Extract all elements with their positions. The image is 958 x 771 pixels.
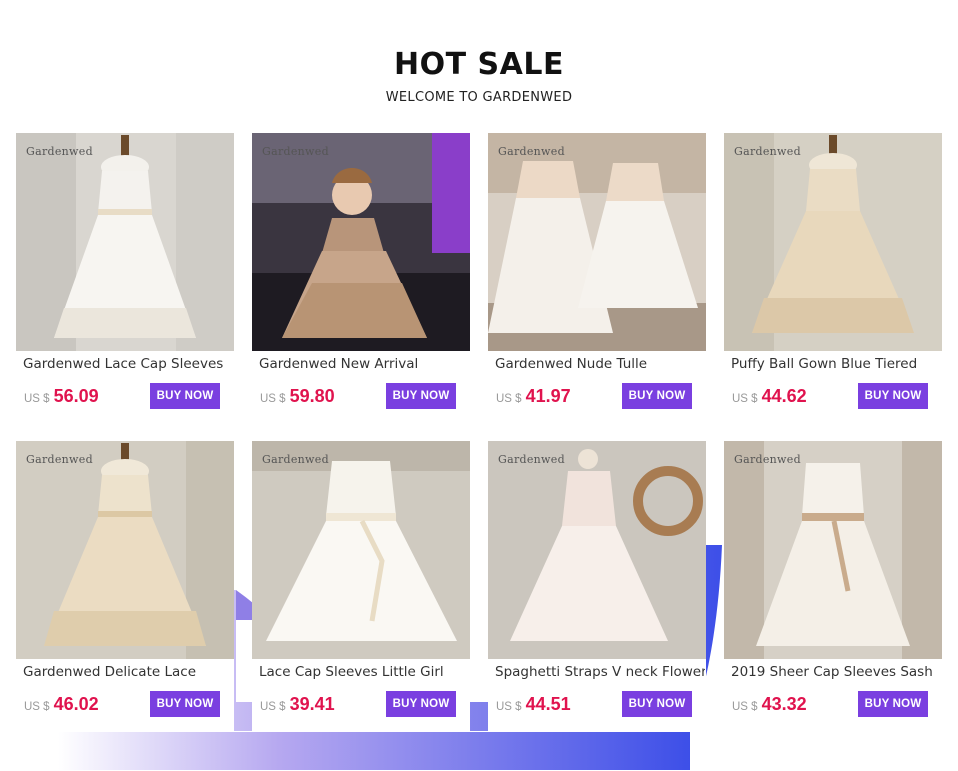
currency-label: US $ xyxy=(260,392,286,405)
buy-now-button[interactable]: BUY NOW xyxy=(858,383,928,409)
brand-watermark: Gardenwed xyxy=(498,145,565,158)
currency-label: US $ xyxy=(260,700,286,713)
price-amount: 56.09 xyxy=(53,385,99,406)
brand-watermark: Gardenwed xyxy=(498,453,565,466)
buy-now-button[interactable]: BUY NOW xyxy=(622,383,692,409)
price-amount: 44.62 xyxy=(761,385,807,406)
currency-label: US $ xyxy=(496,392,522,405)
section-header: HOT SALE WELCOME TO GARDENWED xyxy=(0,46,958,105)
price-row: US $ 56.09 BUY NOW xyxy=(16,383,234,409)
currency-label: US $ xyxy=(732,700,758,713)
product-card[interactable]: Gardenwed Gardenwed Delicate Lace US $ 4… xyxy=(16,441,234,731)
product-image[interactable]: Gardenwed xyxy=(724,441,942,659)
price-row: US $ 41.97 BUY NOW xyxy=(488,383,706,409)
brand-watermark: Gardenwed xyxy=(262,453,329,466)
brand-watermark: Gardenwed xyxy=(26,145,93,158)
currency-label: US $ xyxy=(24,700,50,713)
product-price: US $ 41.97 xyxy=(496,386,571,407)
section-title: HOT SALE xyxy=(394,47,564,82)
buy-now-button[interactable]: BUY NOW xyxy=(386,691,456,717)
product-name[interactable]: Gardenwed Lace Cap Sleeves xyxy=(23,356,233,373)
price-amount: 44.51 xyxy=(525,693,571,714)
section-subtitle: WELCOME TO GARDENWED xyxy=(385,90,573,105)
buy-now-button[interactable]: BUY NOW xyxy=(386,383,456,409)
product-image[interactable]: Gardenwed xyxy=(724,133,942,351)
price-row: US $ 46.02 BUY NOW xyxy=(16,691,234,717)
buy-now-button[interactable]: BUY NOW xyxy=(150,383,220,409)
price-amount: 59.80 xyxy=(289,385,335,406)
product-price: US $ 39.41 xyxy=(260,694,335,715)
product-image[interactable]: Gardenwed xyxy=(252,133,470,351)
product-image[interactable]: Gardenwed xyxy=(16,441,234,659)
buy-now-button[interactable]: BUY NOW xyxy=(622,691,692,717)
product-price: US $ 59.80 xyxy=(260,386,335,407)
price-amount: 41.97 xyxy=(525,385,571,406)
product-price: US $ 43.32 xyxy=(732,694,807,715)
brand-watermark: Gardenwed xyxy=(734,145,801,158)
product-card[interactable]: Gardenwed Lace Cap Sleeves Little Girl U… xyxy=(252,441,470,731)
product-name[interactable]: 2019 Sheer Cap Sleeves Sash xyxy=(731,664,941,681)
product-image[interactable]: Gardenwed xyxy=(488,133,706,351)
product-image[interactable]: Gardenwed xyxy=(488,441,706,659)
product-price: US $ 44.51 xyxy=(496,694,571,715)
currency-label: US $ xyxy=(732,392,758,405)
product-card[interactable]: Gardenwed Gardenwed Lace Cap Sleeves US … xyxy=(16,133,234,423)
product-name[interactable]: Lace Cap Sleeves Little Girl xyxy=(259,664,469,681)
brand-watermark: Gardenwed xyxy=(262,145,329,158)
product-price: US $ 56.09 xyxy=(24,386,99,407)
product-price: US $ 46.02 xyxy=(24,694,99,715)
price-amount: 46.02 xyxy=(53,693,99,714)
product-name[interactable]: Puffy Ball Gown Blue Tiered xyxy=(731,356,941,373)
product-image[interactable]: Gardenwed xyxy=(252,441,470,659)
product-grid: Gardenwed Gardenwed Lace Cap Sleeves US … xyxy=(16,133,942,731)
buy-now-button[interactable]: BUY NOW xyxy=(858,691,928,717)
price-amount: 43.32 xyxy=(761,693,807,714)
price-row: US $ 39.41 BUY NOW xyxy=(252,691,470,717)
brand-watermark: Gardenwed xyxy=(734,453,801,466)
product-card[interactable]: Gardenwed Spaghetti Straps V neck Flower… xyxy=(488,441,706,731)
product-name[interactable]: Spaghetti Straps V neck Flower xyxy=(495,664,705,681)
buy-now-button[interactable]: BUY NOW xyxy=(150,691,220,717)
product-name[interactable]: Gardenwed New Arrival xyxy=(259,356,469,373)
price-row: US $ 43.32 BUY NOW xyxy=(724,691,942,717)
product-card[interactable]: Gardenwed Puffy Ball Gown Blue Tiered US… xyxy=(724,133,942,423)
currency-label: US $ xyxy=(496,700,522,713)
product-price: US $ 44.62 xyxy=(732,386,807,407)
price-row: US $ 59.80 BUY NOW xyxy=(252,383,470,409)
price-row: US $ 44.62 BUY NOW xyxy=(724,383,942,409)
price-amount: 39.41 xyxy=(289,693,335,714)
price-row: US $ 44.51 BUY NOW xyxy=(488,691,706,717)
product-image[interactable]: Gardenwed xyxy=(16,133,234,351)
brand-watermark: Gardenwed xyxy=(26,453,93,466)
currency-label: US $ xyxy=(24,392,50,405)
product-name[interactable]: Gardenwed Nude Tulle xyxy=(495,356,705,373)
product-card[interactable]: Gardenwed Gardenwed Nude Tulle US $ 41.9… xyxy=(488,133,706,423)
product-card[interactable]: Gardenwed Gardenwed New Arrival US $ 59.… xyxy=(252,133,470,423)
product-name[interactable]: Gardenwed Delicate Lace xyxy=(23,664,233,681)
product-card[interactable]: Gardenwed 2019 Sheer Cap Sleeves Sash US… xyxy=(724,441,942,731)
